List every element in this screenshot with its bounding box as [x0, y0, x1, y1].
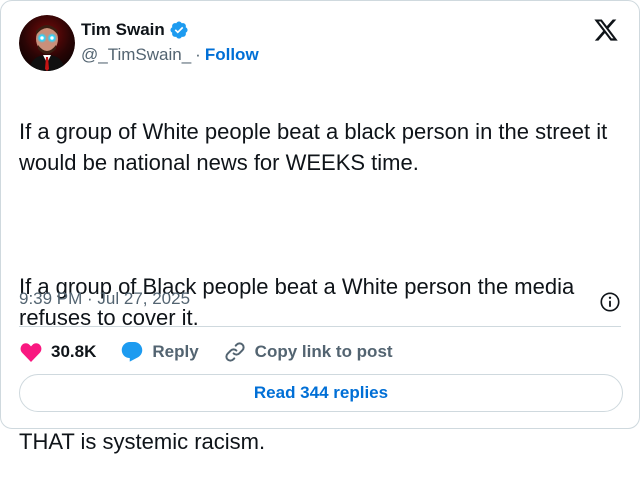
heart-icon: [19, 340, 43, 364]
link-icon: [223, 340, 247, 364]
verified-badge-icon: [169, 20, 189, 40]
info-icon[interactable]: [599, 291, 621, 313]
tweet-timestamp[interactable]: 9:39 PM · Jul 27, 2025: [19, 289, 190, 308]
name-row: Tim Swain: [81, 19, 259, 41]
copy-link-button[interactable]: Copy link to post: [223, 340, 393, 364]
author-handle[interactable]: @_TimSwain_: [81, 45, 191, 65]
tweet-paragraph: If a group of White people beat a black …: [19, 119, 608, 175]
reply-bubble-icon: [120, 340, 144, 364]
handle-row: @_TimSwain_ · Follow: [81, 44, 259, 66]
tweet-paragraph: THAT is systemic racism.: [19, 429, 266, 454]
read-replies-label: Read 344 replies: [253, 383, 389, 402]
reply-button[interactable]: Reply: [120, 340, 199, 364]
like-button[interactable]: 30.8K: [19, 340, 96, 364]
action-bar: 30.8K Reply Copy link to post: [19, 337, 621, 367]
timestamp-row: 9:39 PM · Jul 27, 2025: [19, 289, 621, 313]
author-display-name[interactable]: Tim Swain: [81, 20, 165, 40]
tweet-header: Tim Swain @_TimSwain_ · Follow: [19, 15, 621, 71]
tweet-text: If a group of White people beat a black …: [19, 85, 623, 488]
avatar[interactable]: [19, 15, 75, 71]
separator-dot: ·: [195, 45, 201, 64]
reply-label: Reply: [152, 342, 199, 361]
x-logo-icon[interactable]: [593, 17, 619, 43]
divider: [19, 326, 621, 327]
tweet-embed-card: Tim Swain @_TimSwain_ · Follow If a grou…: [0, 0, 640, 454]
copy-link-label: Copy link to post: [254, 342, 393, 361]
follow-button[interactable]: Follow: [205, 45, 259, 65]
read-replies-button[interactable]: Read 344 replies: [19, 374, 623, 412]
author-info: Tim Swain @_TimSwain_ · Follow: [81, 19, 259, 66]
like-count: 30.8K: [51, 342, 97, 361]
